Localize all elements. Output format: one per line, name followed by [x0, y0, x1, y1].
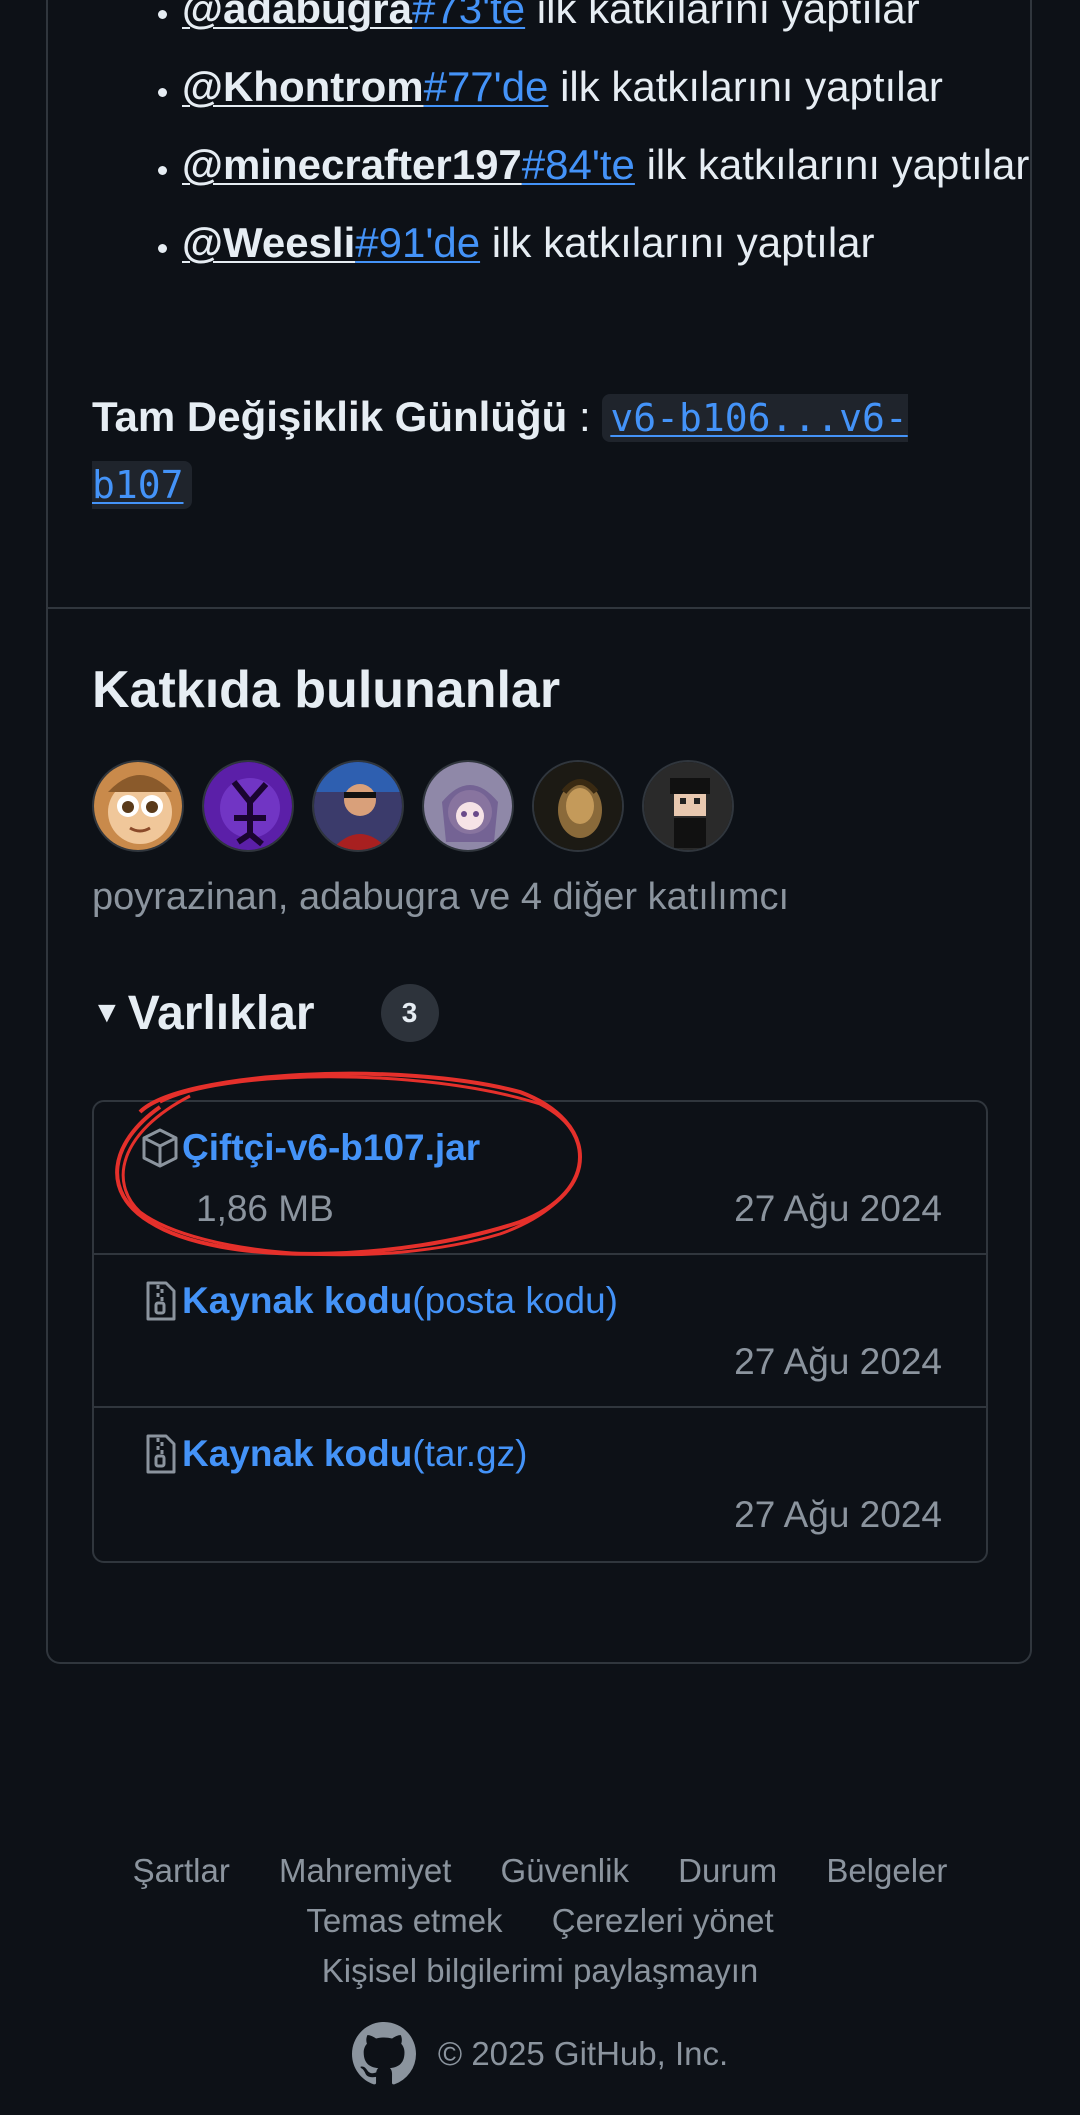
- section-divider: [46, 607, 1032, 609]
- asset-row: Kaynak kodu (tar.gz) 27 Ağu 2024: [94, 1408, 986, 1561]
- footer-link-privacy[interactable]: Mahremiyet: [279, 1852, 451, 1889]
- pr-link[interactable]: #84'te: [522, 141, 635, 188]
- footer-link-security[interactable]: Güvenlik: [501, 1852, 629, 1889]
- contribution-text: ilk katkılarını yaptılar: [525, 0, 920, 32]
- asset-name: Kaynak kodu: [182, 1280, 413, 1321]
- user-link[interactable]: @minecrafter197: [182, 141, 522, 188]
- avatar[interactable]: [642, 760, 734, 852]
- asset-date: 27 Ağu 2024: [734, 1494, 942, 1535]
- list-item: @minecrafter197#84'te ilk katkılarını ya…: [182, 132, 1062, 198]
- github-logo-icon[interactable]: [351, 2022, 416, 2086]
- asset-name: Çiftçi-v6-b107.jar: [182, 1127, 481, 1168]
- footer: Şartlar Mahremiyet Güvenlik Durum Belgel…: [0, 1846, 1080, 1996]
- footer-link-do-not-share[interactable]: Kişisel bilgilerimi paylaşmayın: [322, 1952, 758, 1989]
- asset-date: 27 Ağu 2024: [734, 1188, 942, 1229]
- changelog-separator: :: [567, 393, 603, 440]
- copyright: © 2025 GitHub, Inc.: [0, 2022, 1080, 2086]
- asset-link[interactable]: Kaynak kodu (posta kodu): [140, 1279, 618, 1323]
- asset-name: Kaynak kodu: [182, 1433, 413, 1474]
- contribution-text: ilk katkılarını yaptılar: [480, 219, 875, 266]
- footer-link-docs[interactable]: Belgeler: [826, 1852, 947, 1889]
- asset-link[interactable]: Çiftçi-v6-b107.jar: [140, 1126, 480, 1170]
- file-zip-icon: [146, 1434, 176, 1474]
- asset-row: Çiftçi-v6-b107.jar 1,86 MB 27 Ağu 2024: [94, 1102, 986, 1255]
- assets-list: Çiftçi-v6-b107.jar 1,86 MB 27 Ağu 2024 K…: [92, 1100, 988, 1563]
- user-link[interactable]: @Weesli: [182, 219, 355, 266]
- pr-link[interactable]: #77'de: [424, 63, 549, 110]
- list-item: @Weesli#91'de ilk katkılarını yaptılar: [182, 210, 1062, 276]
- copyright-text: © 2025 GitHub, Inc.: [437, 2035, 729, 2072]
- avatar[interactable]: [312, 760, 404, 852]
- list-item: @Khontrom#77'de ilk katkılarını yaptılar: [182, 54, 1062, 120]
- footer-link-status[interactable]: Durum: [678, 1852, 777, 1889]
- asset-size: 1,86 MB: [196, 1188, 334, 1229]
- user-link[interactable]: @Khontrom: [182, 63, 424, 110]
- assets-title: Varlıklar: [127, 986, 315, 1040]
- contributors-summary: poyrazinan, adabugra ve 4 diğer katılımc…: [92, 876, 790, 918]
- footer-link-cookies[interactable]: Çerezleri yönet: [552, 1902, 774, 1939]
- contribution-text: ilk katkılarını yaptılar: [548, 63, 943, 110]
- avatar[interactable]: [202, 760, 294, 852]
- changelog-label: Tam Değişiklik Günlüğü: [92, 393, 568, 440]
- footer-link-contact[interactable]: Temas etmek: [306, 1902, 502, 1939]
- contributors-title: Katkıda bulunanlar: [92, 661, 561, 719]
- list-item: @adabugra#73'te ilk katkılarını yaptılar: [182, 0, 1062, 42]
- asset-suffix: (posta kodu): [412, 1280, 618, 1321]
- contributor-avatars: [92, 760, 734, 852]
- asset-date: 27 Ağu 2024: [734, 1341, 942, 1382]
- footer-row: Kişisel bilgilerimi paylaşmayın: [0, 1946, 1080, 1996]
- footer-row: Şartlar Mahremiyet Güvenlik Durum Belgel…: [0, 1846, 1080, 1896]
- pr-link[interactable]: #91'de: [355, 219, 480, 266]
- file-zip-icon: [146, 1281, 176, 1321]
- asset-row: Kaynak kodu (posta kodu) 27 Ağu 2024: [94, 1255, 986, 1408]
- asset-suffix: (tar.gz): [412, 1433, 528, 1474]
- assets-toggle[interactable]: ▼ Varlıklar 3: [92, 984, 439, 1042]
- footer-row: Temas etmek Çerezleri yönet: [0, 1896, 1080, 1946]
- avatar[interactable]: [532, 760, 624, 852]
- avatar[interactable]: [422, 760, 514, 852]
- package-icon: [142, 1128, 178, 1168]
- triangle-down-icon: ▼: [92, 996, 122, 1029]
- assets-count-badge: 3: [380, 984, 439, 1042]
- new-contributors-list: @adabugra#73'te ilk katkılarını yaptılar…: [136, 0, 1062, 288]
- asset-link[interactable]: Kaynak kodu (tar.gz): [140, 1432, 527, 1476]
- footer-link-terms[interactable]: Şartlar: [133, 1852, 230, 1889]
- contribution-text: ilk katkılarını yaptılar: [634, 141, 1030, 188]
- full-changelog: Tam Değişiklik Günlüğü : v6-b106...v6-b1…: [92, 384, 952, 518]
- user-link[interactable]: @adabugra: [182, 0, 412, 32]
- pr-link[interactable]: #73'te: [412, 0, 525, 32]
- avatar[interactable]: [92, 760, 184, 852]
